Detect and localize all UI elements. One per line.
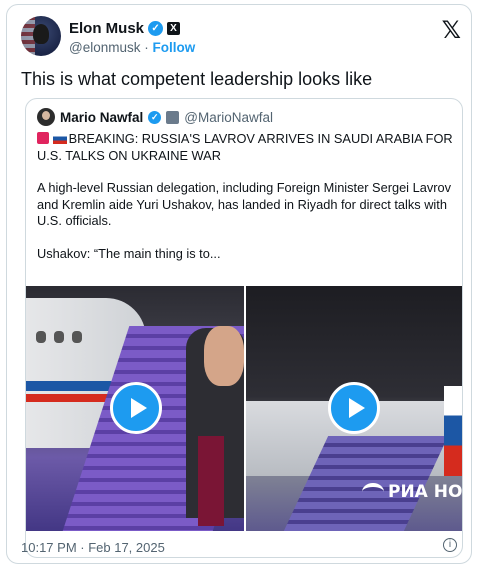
siren-emoji-icon	[37, 132, 49, 144]
author-name[interactable]: Elon Musk	[69, 20, 144, 37]
video-2[interactable]: РИА НО	[246, 286, 462, 531]
quoted-avatar	[37, 108, 55, 126]
author-avatar[interactable]	[21, 16, 61, 56]
quoted-verified-badge-icon: ✓	[148, 110, 162, 124]
tweet-header: Elon Musk ✓ X @elonmusk · Follow 𝕏	[21, 16, 461, 60]
media-grid: РИА НО	[26, 286, 462, 531]
author-handle[interactable]: @elonmusk	[69, 40, 140, 55]
quoted-quote-start: Ushakov: “The main thing is to...	[37, 245, 221, 261]
author-name-row: Elon Musk ✓ X	[69, 20, 181, 37]
verified-badge-icon: ✓	[148, 21, 164, 36]
follow-button[interactable]: Follow	[153, 40, 196, 55]
play-button-1[interactable]	[110, 382, 162, 434]
x-logo-icon[interactable]: 𝕏	[442, 16, 461, 44]
quoted-handle: @MarioNawfal	[184, 109, 274, 125]
tweet-timestamp[interactable]: 10:17 PM · Feb 17, 2025	[21, 540, 165, 555]
ria-watermark: РИА НО	[362, 482, 462, 502]
russia-flag-icon	[52, 133, 67, 144]
quoted-header: Mario Nawfal ✓ @MarioNawfal	[37, 108, 273, 126]
tweet-text: This is what competent leadership looks …	[21, 69, 373, 89]
quoted-headline: BREAKING: RUSSIA'S LAVROV ARRIVES IN SAU…	[37, 131, 453, 163]
info-icon[interactable]: i	[443, 538, 457, 552]
video-1[interactable]	[26, 286, 244, 531]
tweet-card[interactable]: Elon Musk ✓ X @elonmusk · Follow 𝕏 This …	[6, 4, 472, 564]
x-affiliate-icon: X	[167, 22, 181, 35]
play-button-2[interactable]	[328, 382, 380, 434]
author-handle-row: @elonmusk · Follow	[69, 40, 196, 55]
quoted-tweet[interactable]: Mario Nawfal ✓ @MarioNawfal BREAKING: RU…	[25, 98, 463, 558]
quoted-affiliate-icon	[166, 110, 180, 124]
ria-logo-icon	[362, 483, 384, 501]
quoted-body: BREAKING: RUSSIA'S LAVROV ARRIVES IN SAU…	[37, 131, 455, 278]
quoted-paragraph: A high-level Russian delegation, includi…	[37, 180, 451, 228]
quoted-author-name: Mario Nawfal	[60, 109, 144, 125]
